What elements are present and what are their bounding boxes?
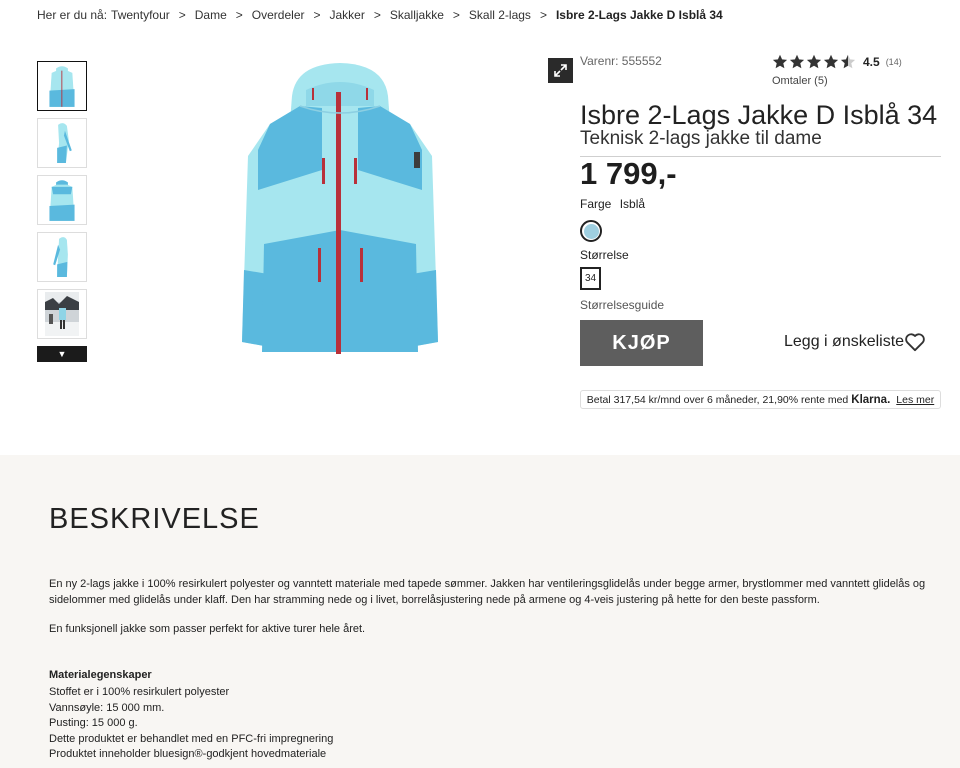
product-rating[interactable]: 4.5 (14) bbox=[772, 54, 902, 70]
star-icon bbox=[806, 54, 822, 69]
add-to-wishlist-link[interactable]: Legg i ønskeliste bbox=[784, 333, 904, 351]
breadcrumb-separator: > bbox=[539, 8, 547, 22]
materials-item: Produktet inneholder bluesign®-godkjent … bbox=[49, 748, 327, 761]
klarna-read-more-link[interactable]: Les mer bbox=[896, 394, 934, 406]
materials-item: Dette produktet er behandlet med en PFC-… bbox=[49, 732, 334, 745]
breadcrumb-separator: > bbox=[178, 8, 186, 22]
klarna-banner: Betal 317,54 kr/mnd over 6 måneder, 21,9… bbox=[580, 390, 941, 409]
materials-list: Stoffet er i 100% resirkulert polyester … bbox=[49, 685, 333, 763]
size-guide-link[interactable]: Størrelsesguide bbox=[580, 298, 664, 312]
description-title: BESKRIVELSE bbox=[49, 503, 260, 535]
breadcrumb-link-skalljakke[interactable]: Skalljakke bbox=[390, 8, 444, 22]
rating-stars bbox=[772, 54, 856, 70]
materials-item: Stoffet er i 100% resirkulert polyester bbox=[49, 686, 230, 698]
thumbnail-side-back[interactable] bbox=[37, 232, 87, 282]
product-subtitle: Teknisk 2-lags jakke til dame bbox=[580, 128, 822, 149]
breadcrumb-separator: > bbox=[452, 8, 460, 22]
materials-title: Materialegenskaper bbox=[49, 669, 152, 681]
product-sku: Varenr: 555552 bbox=[580, 54, 662, 68]
color-value: Isblå bbox=[619, 197, 646, 211]
breadcrumb-current: Isbre 2-Lags Jakke D Isblå 34 bbox=[555, 8, 723, 22]
rating-value: 4.5 bbox=[863, 55, 880, 69]
thumbnail-front[interactable] bbox=[37, 61, 87, 111]
product-price: 1 799,- bbox=[580, 156, 677, 191]
breadcrumb-link-skall-2-lags[interactable]: Skall 2-lags bbox=[469, 8, 531, 22]
thumbnail-side[interactable] bbox=[37, 118, 87, 168]
star-icon bbox=[789, 54, 805, 69]
breadcrumb: Her er du nå: Twentyfour > Dame > Overde… bbox=[37, 8, 723, 22]
size-label: Størrelse bbox=[580, 248, 629, 262]
color-swatch-isbla[interactable] bbox=[580, 220, 602, 242]
thumbnail-gallery: ▼ bbox=[37, 61, 87, 362]
breadcrumb-prefix: Her er du nå: bbox=[37, 8, 108, 22]
rating-count: (14) bbox=[885, 57, 902, 67]
materials-item: Vannsøyle: 15 000 mm. bbox=[49, 701, 165, 714]
description-paragraph: En funksjonell jakke som passer perfekt … bbox=[49, 623, 366, 635]
product-title: Isbre 2-Lags Jakke D Isblå 34 bbox=[580, 100, 938, 130]
breadcrumb-link-twentyfour[interactable]: Twentyfour bbox=[111, 8, 170, 22]
star-icon bbox=[823, 54, 839, 69]
color-row: Farge Isblå bbox=[580, 197, 645, 211]
star-icon bbox=[772, 54, 788, 69]
description-section: BESKRIVELSE En ny 2-lags jakke i 100% re… bbox=[0, 455, 960, 768]
thumbnail-back[interactable] bbox=[37, 175, 87, 225]
reviews-link[interactable]: Omtaler (5) bbox=[772, 75, 828, 87]
materials-item: Pusting: 15 000 g. bbox=[49, 717, 138, 730]
breadcrumb-separator: > bbox=[373, 8, 381, 22]
klarna-text: Betal 317,54 kr/mnd over 6 måneder, 21,9… bbox=[586, 393, 849, 406]
breadcrumb-link-jakker[interactable]: Jakker bbox=[330, 8, 365, 22]
buy-button[interactable]: KJØP bbox=[580, 320, 703, 366]
klarna-logo: Klarna. bbox=[851, 393, 891, 406]
jacket-illustration bbox=[242, 63, 438, 354]
caret-down-icon: ▼ bbox=[57, 349, 67, 359]
size-option-34[interactable]: 34 bbox=[580, 267, 601, 290]
breadcrumb-link-overdeler[interactable]: Overdeler bbox=[252, 8, 305, 22]
heart-icon[interactable] bbox=[904, 332, 926, 357]
product-main-image[interactable] bbox=[230, 60, 450, 358]
breadcrumb-link-dame[interactable]: Dame bbox=[195, 8, 227, 22]
thumbnail-lifestyle[interactable] bbox=[37, 289, 87, 339]
zoom-button[interactable] bbox=[548, 58, 573, 83]
thumbnail-scroll-down-button[interactable]: ▼ bbox=[37, 346, 87, 362]
breadcrumb-separator: > bbox=[235, 8, 243, 22]
star-icon bbox=[840, 54, 856, 69]
breadcrumb-separator: > bbox=[313, 8, 321, 22]
color-label: Farge bbox=[580, 197, 612, 211]
expand-icon bbox=[554, 64, 567, 77]
description-paragraph: En ny 2-lags jakke i 100% resirkulert po… bbox=[49, 578, 926, 606]
color-swatch-dot bbox=[583, 223, 599, 239]
